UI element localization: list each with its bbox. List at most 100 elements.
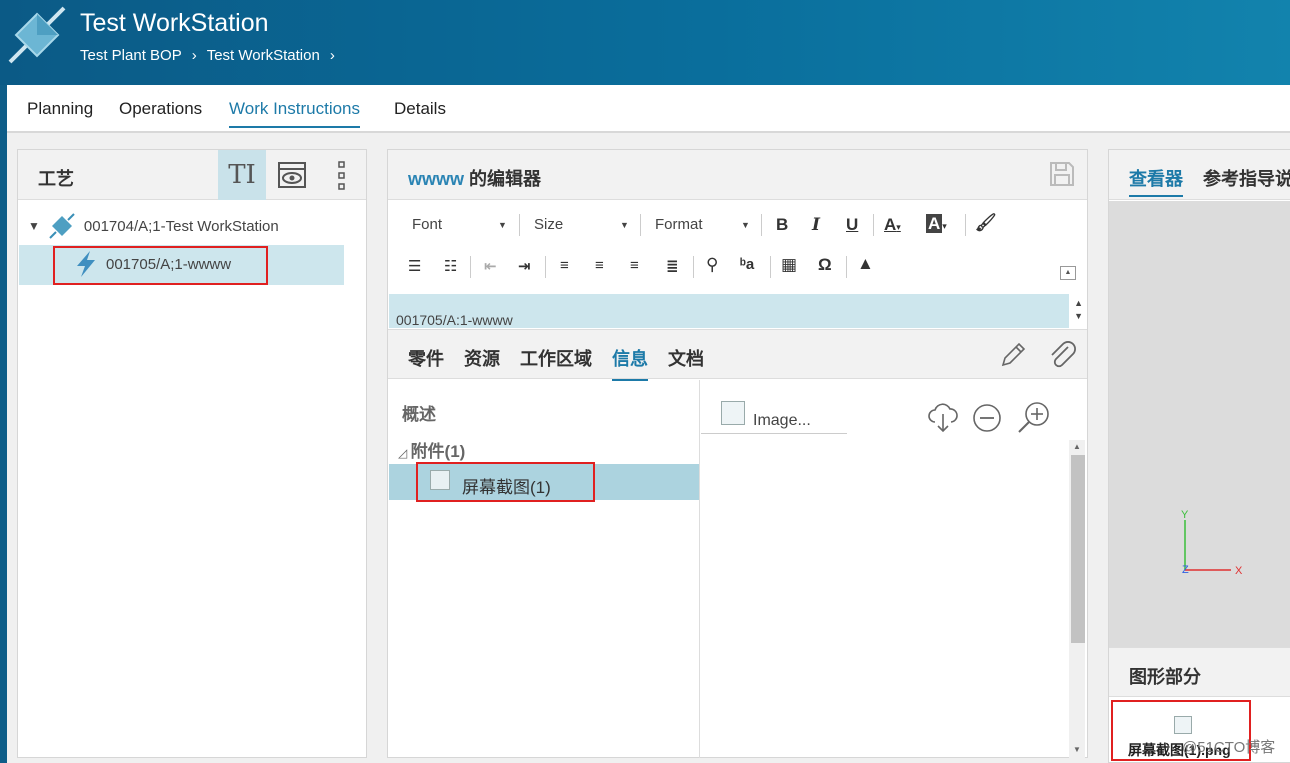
- scroll-down-icon[interactable]: ▼: [1073, 745, 1081, 754]
- collapse-triangle-icon: ◿: [398, 446, 411, 460]
- tab-planning[interactable]: Planning: [27, 99, 93, 119]
- numbered-list-icon[interactable]: ☰: [408, 257, 421, 275]
- scrollbar-thumb[interactable]: [1071, 455, 1085, 643]
- highlight-box: [416, 462, 595, 502]
- tab-work-instructions[interactable]: Work Instructions: [229, 99, 361, 128]
- tab-reference-guide[interactable]: 参考指导说: [1203, 165, 1290, 191]
- caption-underline: [701, 433, 847, 434]
- save-icon[interactable]: [1048, 160, 1076, 188]
- subtab-work-area[interactable]: 工作区域: [520, 345, 592, 371]
- outdent-icon[interactable]: ⇤: [484, 257, 497, 275]
- format-painter-icon[interactable]: 🖌: [975, 213, 997, 233]
- text-mode-button[interactable]: TI: [218, 150, 266, 200]
- font-dropdown[interactable]: Font ▼: [412, 216, 512, 233]
- content-path-text: 001705/A:1-wwww: [396, 312, 513, 328]
- tab-operations[interactable]: Operations: [119, 99, 202, 119]
- view-mode-button[interactable]: [268, 150, 316, 200]
- subtab-info[interactable]: 信息: [612, 345, 648, 381]
- info-subtabs: 零件 资源 工作区域 信息 文档: [388, 329, 1087, 381]
- zoom-out-icon[interactable]: [971, 402, 1003, 434]
- search-icon[interactable]: ⚲: [706, 255, 718, 275]
- breadcrumb-item-plant[interactable]: Test Plant BOP: [80, 47, 182, 64]
- highlight-box: [53, 246, 268, 285]
- size-dropdown-label: Size: [534, 216, 564, 233]
- toolbar-separator: [761, 214, 762, 236]
- editor-panel-header: wwww 的编辑器: [388, 150, 1087, 200]
- attachments-label: 附件(1): [410, 442, 466, 461]
- indent-icon[interactable]: ⇥: [518, 257, 531, 275]
- vertical-scrollbar[interactable]: ▲ ▼: [1069, 440, 1085, 758]
- align-justify-icon[interactable]: ≣: [666, 257, 679, 275]
- attachment-viewer: Image... ▲ ▼: [701, 380, 1087, 758]
- editor-title-suffix: 的编辑器: [464, 169, 542, 189]
- eye-preview-icon: [278, 162, 306, 188]
- active-tab-underline: [1129, 195, 1183, 197]
- caret-down-icon: ▼: [620, 219, 629, 230]
- bullet-list-icon[interactable]: ☷: [444, 257, 457, 275]
- warning-icon[interactable]: ▲: [857, 254, 874, 274]
- more-options-button[interactable]: [318, 150, 366, 200]
- toolbar-separator: [873, 214, 874, 236]
- font-dropdown-label: Font: [412, 216, 443, 233]
- axis-x-label: X: [1235, 565, 1243, 576]
- collapse-toolbar-icon[interactable]: ▲: [1060, 266, 1076, 280]
- edit-pencil-icon[interactable]: [998, 340, 1028, 370]
- axis-z-label: Z: [1182, 564, 1189, 576]
- content-path-bar: 001705/A:1-wwww: [389, 294, 1069, 328]
- caret-down-icon: ▼: [498, 219, 507, 230]
- process-panel-title: 工艺: [38, 169, 74, 189]
- replace-icon[interactable]: ᵇa: [740, 256, 754, 273]
- table-icon[interactable]: ▦: [781, 255, 797, 275]
- broken-image-icon: [721, 401, 745, 425]
- zoom-in-icon[interactable]: [1016, 400, 1052, 436]
- expand-triangle-icon[interactable]: ▼: [28, 219, 40, 233]
- kebab-menu-icon: [338, 161, 345, 190]
- attachments-group[interactable]: ◿ 附件(1): [398, 437, 465, 462]
- background-color-icon[interactable]: A ▾: [926, 214, 947, 234]
- special-character-icon[interactable]: Ω: [818, 255, 832, 275]
- tree-node-workstation[interactable]: ▼ 001704/A;1-Test WorkStation: [28, 212, 279, 240]
- italic-icon[interactable]: I: [812, 215, 820, 235]
- page-title: Test WorkStation: [80, 9, 269, 37]
- subtab-documents[interactable]: 文档: [668, 345, 704, 371]
- 3d-viewer[interactable]: Y X Z: [1109, 201, 1290, 647]
- format-dropdown[interactable]: Format ▼: [655, 216, 755, 233]
- scroll-up-icon[interactable]: ▲: [1073, 442, 1081, 451]
- viewer-panel-header: 查看器 参考指导说: [1109, 150, 1290, 200]
- chevron-right-icon: ›: [191, 47, 197, 64]
- text-cursor-icon: TI: [228, 160, 256, 190]
- scroll-up-icon[interactable]: ▲: [1074, 298, 1083, 308]
- align-center-icon[interactable]: ≡: [595, 257, 604, 274]
- align-right-icon[interactable]: ≡: [630, 257, 639, 274]
- axis-triad-icon: Y X Z: [1181, 509, 1243, 576]
- text-color-icon[interactable]: A▾: [884, 215, 901, 235]
- tab-details[interactable]: Details: [394, 99, 446, 119]
- toolbar-separator: [470, 256, 471, 278]
- tab-viewer[interactable]: 查看器: [1129, 165, 1183, 191]
- breadcrumb-item-workstation[interactable]: Test WorkStation: [207, 47, 320, 64]
- image-caption: Image...: [753, 412, 811, 429]
- toolbar-separator: [640, 214, 641, 236]
- toolbar-separator: [965, 214, 966, 236]
- align-left-icon[interactable]: ≡: [560, 257, 569, 274]
- chevron-right-icon[interactable]: ›: [330, 47, 335, 64]
- scroll-down-icon[interactable]: ▼: [1074, 311, 1083, 321]
- underline-icon[interactable]: U: [846, 215, 858, 235]
- size-dropdown[interactable]: Size ▼: [534, 216, 634, 233]
- main-tabs: Planning Operations Work Instructions De…: [7, 85, 1290, 133]
- subtab-resources[interactable]: 资源: [464, 345, 500, 371]
- overview-item[interactable]: 概述: [402, 400, 436, 425]
- download-cloud-icon[interactable]: [926, 400, 960, 434]
- rich-text-toolbar: Font ▼ Size ▼ Format ▼ B I U A▾ A ▾ 🖌 ☰ ☷…: [388, 202, 1087, 294]
- subtab-parts[interactable]: 零件: [408, 345, 444, 371]
- toolbar-separator: [545, 256, 546, 278]
- caret-down-icon: ▼: [741, 219, 750, 230]
- toolbar-separator: [519, 214, 520, 236]
- side-edge: [0, 85, 7, 763]
- toolbar-separator: [846, 256, 847, 278]
- attachment-clip-icon[interactable]: [1046, 339, 1078, 371]
- graphics-section-header: 图形部分: [1109, 647, 1290, 697]
- workstation-icon: [49, 213, 75, 239]
- bold-icon[interactable]: B: [776, 215, 788, 235]
- viewer-panel: 查看器 参考指导说 Y X Z 图形部分 屏幕截图(1).png: [1108, 149, 1290, 763]
